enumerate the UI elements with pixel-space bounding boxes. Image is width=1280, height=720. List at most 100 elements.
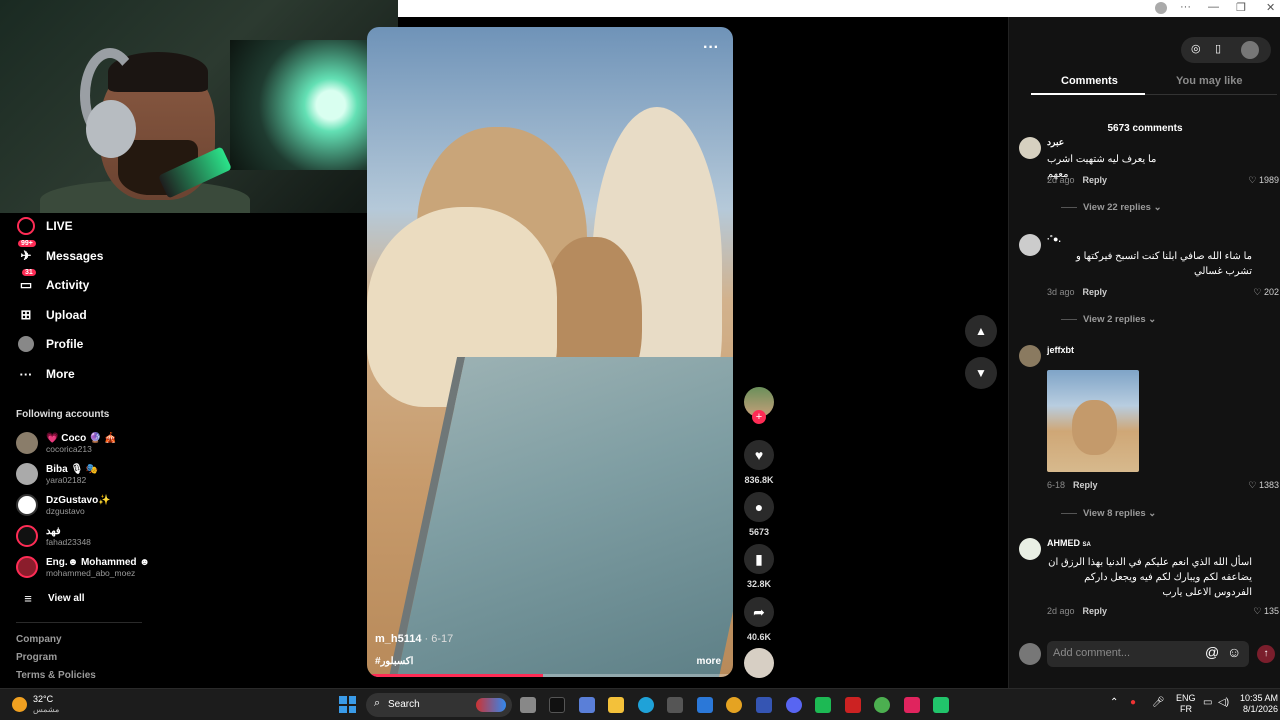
tray-icon[interactable]: ● bbox=[1130, 697, 1136, 708]
app-icon[interactable] bbox=[845, 697, 861, 713]
browser-title-bar: ··· — ❐ ✕ bbox=[398, 0, 1280, 17]
tiktok-icon[interactable] bbox=[549, 697, 565, 713]
app-icon[interactable] bbox=[756, 697, 772, 713]
avatar[interactable] bbox=[1019, 345, 1041, 367]
following-account[interactable]: فهد fahad23348 bbox=[16, 525, 91, 547]
save-button[interactable]: ▮ 32.8K bbox=[744, 544, 774, 589]
view-all-link[interactable]: ≡ View all bbox=[18, 587, 84, 609]
compass-icon[interactable]: ◎ bbox=[1191, 42, 1201, 55]
sidebar-item-more[interactable]: ··· More bbox=[16, 363, 75, 385]
comment-like[interactable]: ♡ 1989 bbox=[1248, 175, 1279, 186]
follow-plus-icon[interactable]: + bbox=[752, 410, 766, 424]
start-button[interactable] bbox=[339, 696, 356, 713]
sidebar-item-upload[interactable]: ⊞ Upload bbox=[16, 304, 87, 326]
clock-date: 8/1/2026 bbox=[1243, 704, 1279, 714]
reply-button[interactable]: Reply bbox=[1083, 287, 1108, 297]
app-icon[interactable] bbox=[815, 697, 831, 713]
sidebar-item-messages[interactable]: ✈ 99+ Messages bbox=[16, 240, 103, 267]
file-explorer-icon[interactable] bbox=[608, 697, 624, 713]
tab-comments[interactable]: Comments bbox=[1061, 75, 1118, 87]
profile-icon bbox=[16, 334, 36, 354]
heart-icon: ♥ bbox=[744, 440, 774, 470]
mic-icon[interactable]: 🎤︎ bbox=[1152, 697, 1165, 708]
previous-video-button[interactable]: ▲ bbox=[965, 315, 997, 347]
video-more-button[interactable]: more bbox=[697, 656, 721, 667]
edge-icon[interactable] bbox=[638, 697, 654, 713]
network-icon[interactable]: ▭ bbox=[1203, 697, 1212, 708]
send-button[interactable]: ↑ bbox=[1257, 645, 1275, 663]
view-replies-button[interactable]: View 8 replies ⌄ bbox=[1061, 508, 1156, 519]
comment-meta: 6-18 Reply bbox=[1047, 480, 1098, 490]
following-account[interactable]: Eng.☻ Mohammed ☻ mohammed_abo_moez bbox=[16, 556, 150, 578]
save-count: 32.8K bbox=[746, 579, 772, 589]
comment-image[interactable] bbox=[1047, 370, 1139, 472]
video-hashtag[interactable]: #اكسبلور bbox=[375, 656, 413, 667]
chrome-icon[interactable] bbox=[726, 697, 742, 713]
weather-temp[interactable]: 32°C bbox=[33, 694, 53, 704]
comment-username[interactable]: AHMED SA bbox=[1047, 538, 1091, 548]
close-icon[interactable]: ✕ bbox=[1266, 1, 1275, 14]
video-menu-button[interactable]: ··· bbox=[703, 39, 719, 57]
avatar[interactable] bbox=[1019, 538, 1041, 560]
video-progress-bar[interactable] bbox=[367, 674, 733, 677]
language-indicator[interactable]: ENG bbox=[1176, 693, 1196, 703]
video-author[interactable]: m_h5114 · 6-17 bbox=[375, 633, 453, 645]
sound-icon bbox=[744, 648, 774, 678]
sidebar-item-live[interactable]: LIVE bbox=[16, 215, 73, 237]
comment-like[interactable]: ♡ 135 bbox=[1253, 606, 1279, 617]
minimize-icon[interactable]: — bbox=[1208, 1, 1219, 13]
discord-icon[interactable] bbox=[786, 697, 802, 713]
comment-like[interactable]: ♡ 1383 bbox=[1248, 480, 1279, 491]
avatar bbox=[16, 463, 38, 485]
reply-button[interactable]: Reply bbox=[1083, 606, 1108, 616]
footer-link-company[interactable]: Company bbox=[16, 634, 62, 645]
more-icon[interactable]: ··· bbox=[1180, 1, 1191, 13]
tiktok-icon[interactable] bbox=[904, 697, 920, 713]
app-icon[interactable] bbox=[579, 697, 595, 713]
view-replies-button[interactable]: View 22 replies ⌄ bbox=[1061, 202, 1162, 213]
following-account[interactable]: DzGustavo✨ dzgustavo bbox=[16, 494, 111, 516]
comment-username[interactable]: عبرد bbox=[1047, 137, 1064, 148]
reply-button[interactable]: Reply bbox=[1083, 175, 1108, 185]
arrow-up-icon: ↑ bbox=[1263, 648, 1269, 659]
author-avatar-button[interactable]: + bbox=[744, 387, 774, 424]
comment-button[interactable]: ● 5673 bbox=[744, 492, 774, 537]
mail-icon[interactable] bbox=[697, 697, 713, 713]
task-view-icon[interactable] bbox=[520, 697, 536, 713]
reply-button[interactable]: Reply bbox=[1073, 480, 1098, 490]
search-label: Search bbox=[388, 699, 420, 710]
comment-username[interactable]: jeffxbt bbox=[1047, 345, 1074, 355]
following-account[interactable]: 💗 Coco 🔮 🎪 cocorica213 bbox=[16, 432, 117, 454]
taskbar-search[interactable]: ⌕ Search bbox=[366, 693, 512, 717]
video-player[interactable]: ··· m_h5114 · 6-17 #اكسبلور more bbox=[367, 27, 733, 677]
sound-avatar[interactable] bbox=[744, 648, 774, 678]
share-button[interactable]: ➦ 40.6K bbox=[744, 597, 774, 642]
chrome-icon[interactable] bbox=[874, 697, 890, 713]
emoji-icon[interactable]: ☺ bbox=[1227, 644, 1241, 660]
sidebar-item-profile[interactable]: Profile bbox=[16, 333, 83, 355]
comment-username[interactable]: ·˚●. bbox=[1047, 234, 1061, 244]
mention-icon[interactable]: @ bbox=[1205, 644, 1219, 660]
following-account[interactable]: Biba 🎙 🎭 yara02182 bbox=[16, 463, 98, 485]
avatar[interactable] bbox=[1019, 137, 1041, 159]
phone-icon[interactable]: ▯ bbox=[1215, 42, 1221, 55]
footer-link-terms[interactable]: Terms & Policies bbox=[16, 670, 96, 681]
avatar-icon[interactable] bbox=[1155, 2, 1167, 14]
footer-link-program[interactable]: Program bbox=[16, 652, 57, 663]
chevron-up-icon[interactable]: ⌃ bbox=[1110, 697, 1118, 708]
weather-desc: مشمس bbox=[33, 705, 60, 714]
avatar[interactable] bbox=[1241, 41, 1259, 59]
like-button[interactable]: ♥ 836.8K bbox=[744, 440, 774, 485]
next-video-button[interactable]: ▼ bbox=[965, 357, 997, 389]
app-icon[interactable] bbox=[933, 697, 949, 713]
store-icon[interactable] bbox=[667, 697, 683, 713]
clock-time[interactable]: 10:35 AM bbox=[1240, 693, 1278, 703]
sidebar-item-activity[interactable]: ▭ 31 Activity bbox=[16, 269, 89, 296]
comment-like[interactable]: ♡ 202 bbox=[1253, 287, 1279, 298]
volume-icon[interactable]: ◁) bbox=[1218, 697, 1229, 708]
restore-icon[interactable]: ❐ bbox=[1236, 1, 1246, 14]
tab-you-may-like[interactable]: You may like bbox=[1176, 75, 1242, 87]
comment-input[interactable]: Add comment... @ ☺ bbox=[1047, 641, 1249, 667]
view-replies-button[interactable]: View 2 replies ⌄ bbox=[1061, 314, 1156, 325]
avatar[interactable] bbox=[1019, 234, 1041, 256]
